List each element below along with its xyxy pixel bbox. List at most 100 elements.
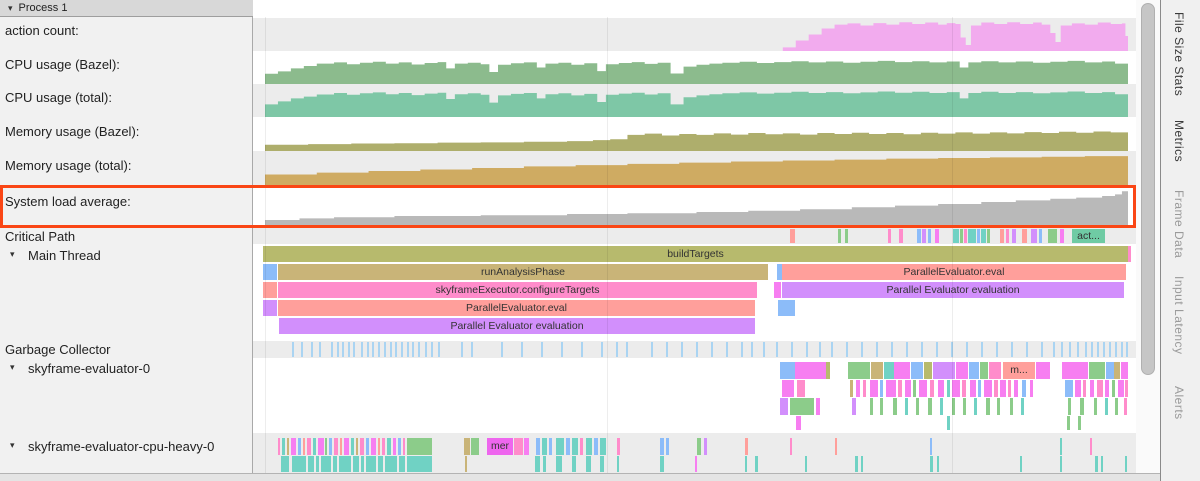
trace-slice[interactable] <box>856 380 860 397</box>
gc-tick[interactable] <box>651 342 653 357</box>
trace-slice[interactable] <box>928 398 932 415</box>
trace-slice[interactable] <box>333 456 337 472</box>
gc-tick[interactable] <box>292 342 294 357</box>
gc-tick[interactable] <box>418 342 420 357</box>
horizontal-scrollbar[interactable] <box>0 473 1160 481</box>
gc-tick[interactable] <box>1115 342 1117 357</box>
trace-slice[interactable] <box>1114 362 1120 379</box>
trace-slice[interactable] <box>361 456 364 472</box>
gc-tick[interactable] <box>1126 342 1128 357</box>
trace-slice[interactable] <box>600 438 606 455</box>
trace-slice[interactable] <box>1048 229 1057 243</box>
trace-slice[interactable] <box>1121 362 1128 379</box>
trace-slice[interactable] <box>329 438 332 455</box>
trace-slice[interactable] <box>1008 380 1011 397</box>
trace-slice[interactable] <box>1060 438 1062 455</box>
trace-slice[interactable] <box>378 456 383 472</box>
trace-slice[interactable] <box>385 456 397 472</box>
counter-chart-action-count[interactable] <box>265 21 1128 51</box>
trace-slice[interactable] <box>899 229 903 243</box>
trace-slice[interactable] <box>666 438 669 455</box>
trace-slice[interactable] <box>974 398 977 415</box>
trace-slice[interactable] <box>465 456 467 472</box>
gc-tick[interactable] <box>331 342 333 357</box>
gc-tick[interactable] <box>541 342 543 357</box>
trace-slice[interactable] <box>916 398 919 415</box>
sidebar-tab-metrics[interactable]: Metrics <box>1172 120 1186 162</box>
trace-slice[interactable] <box>1089 362 1105 379</box>
trace-slice[interactable] <box>855 456 858 472</box>
gc-tick[interactable] <box>1085 342 1087 357</box>
trace-slice[interactable] <box>981 229 986 243</box>
trace-slice[interactable] <box>334 438 338 455</box>
trace-slice[interactable] <box>660 456 664 472</box>
trace-slice[interactable] <box>997 398 1000 415</box>
trace-slice[interactable] <box>1068 398 1071 415</box>
trace-slice[interactable] <box>870 380 878 397</box>
trace-slice[interactable] <box>351 438 354 455</box>
trace-slice[interactable] <box>1080 398 1084 415</box>
trace-slice[interactable] <box>780 398 788 415</box>
trace-slice[interactable] <box>886 380 896 397</box>
trace-slice[interactable] <box>1128 246 1131 262</box>
trace-slice[interactable] <box>922 229 926 243</box>
trace-slice[interactable] <box>1000 380 1006 397</box>
trace-slice[interactable] <box>339 456 351 472</box>
trace-slice[interactable] <box>905 380 911 397</box>
trace-slice[interactable] <box>1060 456 1062 472</box>
trace-slice[interactable] <box>1021 398 1024 415</box>
trace-slice[interactable] <box>795 362 826 379</box>
trace-slice[interactable] <box>407 456 432 472</box>
gc-tick[interactable] <box>966 342 968 357</box>
counter-chart-sys-load[interactable] <box>265 188 1128 228</box>
trace-slice[interactable] <box>318 438 324 455</box>
trace-slice[interactable] <box>782 380 794 397</box>
trace-slice[interactable] <box>884 362 894 379</box>
trace-slice[interactable] <box>382 438 385 455</box>
trace-slice[interactable] <box>1125 380 1128 397</box>
gc-tick[interactable] <box>431 342 433 357</box>
gc-tick[interactable] <box>626 342 628 357</box>
trace-slice[interactable] <box>1036 362 1050 379</box>
trace-slice[interactable] <box>617 438 620 455</box>
trace-slice[interactable] <box>905 398 908 415</box>
trace-slice[interactable] <box>307 438 311 455</box>
trace-slice[interactable] <box>778 300 795 316</box>
trace-slice[interactable] <box>930 438 932 455</box>
trace-slice[interactable] <box>572 438 578 455</box>
trace-slice[interactable] <box>863 380 866 397</box>
trace-slice[interactable] <box>894 362 910 379</box>
trace-slice[interactable] <box>964 229 967 243</box>
gc-tick[interactable] <box>696 342 698 357</box>
gc-tick[interactable] <box>384 342 386 357</box>
trace-slice[interactable] <box>861 456 863 472</box>
trace-slice[interactable] <box>536 438 540 455</box>
gc-tick[interactable] <box>846 342 848 357</box>
trace-slice[interactable] <box>913 380 916 397</box>
trace-slice[interactable] <box>935 229 939 243</box>
trace-slice[interactable] <box>403 438 405 455</box>
trace-slice[interactable] <box>291 438 296 455</box>
trace-slice[interactable] <box>1062 362 1088 379</box>
trace-slice[interactable] <box>303 438 305 455</box>
trace-slice[interactable] <box>586 438 592 455</box>
trace-slice[interactable] <box>968 229 976 243</box>
trace-slice[interactable] <box>1125 456 1127 472</box>
gc-tick[interactable] <box>1061 342 1063 357</box>
gc-tick[interactable] <box>561 342 563 357</box>
trace-slice-mer[interactable]: mer <box>487 438 513 455</box>
gc-tick[interactable] <box>311 342 313 357</box>
trace-slice[interactable] <box>969 362 979 379</box>
gc-tick[interactable] <box>395 342 397 357</box>
trace-slice[interactable] <box>1030 380 1033 397</box>
gc-tick[interactable] <box>791 342 793 357</box>
trace-slice[interactable] <box>755 456 758 472</box>
gc-tick[interactable] <box>501 342 503 357</box>
gc-tick[interactable] <box>425 342 427 357</box>
counter-chart-cpu-total[interactable] <box>265 87 1128 117</box>
trace-slice[interactable] <box>316 456 319 472</box>
sidebar-tab-file-size-stats[interactable]: File Size Stats <box>1172 12 1186 96</box>
trace-slice-runanalysisphase[interactable]: runAnalysisPhase <box>278 264 768 280</box>
trace-slice-parallelevaluator-eval[interactable]: ParallelEvaluator.eval <box>782 264 1126 280</box>
trace-slice[interactable] <box>952 380 960 397</box>
